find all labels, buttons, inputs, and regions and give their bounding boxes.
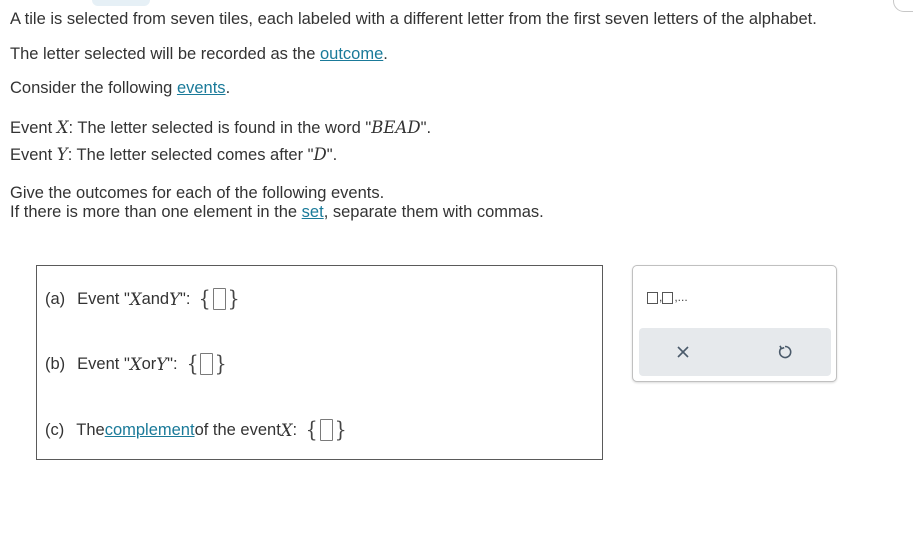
events-link[interactable]: events bbox=[177, 79, 226, 97]
answer-b-slot[interactable] bbox=[199, 353, 213, 375]
outcome-prefix: The letter selected will be recorded as … bbox=[10, 45, 320, 63]
instruction-1: Give the outcomes for each of the follow… bbox=[10, 184, 385, 202]
list-ellipsis: ,... bbox=[674, 290, 688, 304]
close-brace: } bbox=[227, 286, 240, 311]
events-suffix: . bbox=[225, 79, 231, 97]
close-brace: } bbox=[214, 351, 227, 376]
event-x-text: : The letter selected is found in the wo… bbox=[68, 119, 372, 137]
question-c-post: : bbox=[292, 420, 298, 439]
open-brace: { bbox=[186, 351, 199, 376]
toolbar-actions bbox=[639, 328, 831, 376]
question-a-post: ": bbox=[180, 289, 191, 308]
answer-b-set-input[interactable]: {} bbox=[186, 353, 228, 375]
event-y-var: Y bbox=[56, 145, 68, 164]
corner-decoration bbox=[893, 0, 913, 12]
event-x-definition: Event X: The letter selected is found in… bbox=[10, 118, 431, 138]
instruction-2: If there is more than one element in the… bbox=[10, 203, 544, 222]
instruction-2-prefix: If there is more than one element in the bbox=[10, 203, 302, 221]
event-y-text: : The letter selected comes after " bbox=[67, 146, 314, 164]
question-a-var1: X bbox=[129, 289, 142, 309]
question-b-pre: Event " bbox=[77, 354, 130, 373]
question-c-number: (c) bbox=[45, 420, 65, 439]
question-b-var1: X bbox=[129, 354, 142, 374]
question-b-post: ": bbox=[167, 354, 178, 373]
event-x-var: X bbox=[56, 118, 69, 137]
answer-panel: (a) Event " X and Y ": {} (b) Event " X or … bbox=[36, 265, 603, 460]
undo-icon bbox=[778, 345, 792, 359]
outcome-link[interactable]: outcome bbox=[320, 45, 383, 63]
list-slot-icon bbox=[647, 292, 658, 304]
question-c-var1: X bbox=[280, 420, 293, 440]
question-a-mid: and bbox=[141, 289, 170, 308]
open-brace: { bbox=[305, 417, 318, 442]
event-x-word: BEAD bbox=[371, 118, 421, 137]
question-c: (c) The complement of the event X: {} bbox=[45, 419, 347, 441]
event-y-definition: Event Y: The letter selected comes after… bbox=[10, 145, 337, 165]
question-a: (a) Event " X and Y ": {} bbox=[45, 288, 240, 310]
open-brace: { bbox=[199, 286, 212, 311]
question-b-mid: or bbox=[141, 354, 157, 373]
set-link[interactable]: set bbox=[302, 203, 324, 221]
clear-button[interactable] bbox=[671, 340, 695, 364]
times-icon bbox=[677, 346, 689, 358]
question-b-number: (b) bbox=[45, 354, 66, 373]
close-brace: } bbox=[334, 417, 347, 442]
question-b: (b) Event " X or Y ": {} bbox=[45, 353, 227, 375]
problem-intro: A tile is selected from seven tiles, eac… bbox=[10, 10, 817, 28]
answer-c-slot[interactable] bbox=[319, 419, 333, 441]
answer-a-slot[interactable] bbox=[212, 288, 226, 310]
question-a-number: (a) bbox=[45, 289, 66, 308]
events-sentence: Consider the following events. bbox=[10, 79, 230, 98]
list-template-button[interactable]: ,,... bbox=[647, 290, 688, 304]
answer-c-set-input[interactable]: {} bbox=[305, 419, 347, 441]
events-prefix: Consider the following bbox=[10, 79, 177, 97]
question-a-var2: Y bbox=[169, 289, 180, 309]
question-b-var2: Y bbox=[156, 354, 168, 374]
list-slot-icon bbox=[662, 292, 674, 304]
outcome-suffix: . bbox=[383, 45, 388, 63]
math-toolbar: ,,... bbox=[632, 265, 837, 382]
question-c-mid: of the event bbox=[194, 420, 281, 439]
undo-button[interactable] bbox=[773, 340, 797, 364]
event-x-end: ". bbox=[420, 119, 432, 137]
top-tab-indicator bbox=[92, 0, 150, 6]
event-y-end: ". bbox=[326, 146, 338, 164]
answer-a-set-input[interactable]: {} bbox=[198, 288, 240, 310]
event-y-label: Event bbox=[10, 146, 57, 164]
event-x-label: Event bbox=[10, 119, 57, 137]
complement-link[interactable]: complement bbox=[105, 421, 195, 440]
instruction-2-suffix: , separate them with commas. bbox=[323, 203, 544, 221]
event-y-letter: D bbox=[313, 145, 327, 164]
question-a-pre: Event " bbox=[77, 289, 130, 308]
question-c-pre: The bbox=[76, 420, 105, 439]
outcome-sentence: The letter selected will be recorded as … bbox=[10, 45, 388, 64]
